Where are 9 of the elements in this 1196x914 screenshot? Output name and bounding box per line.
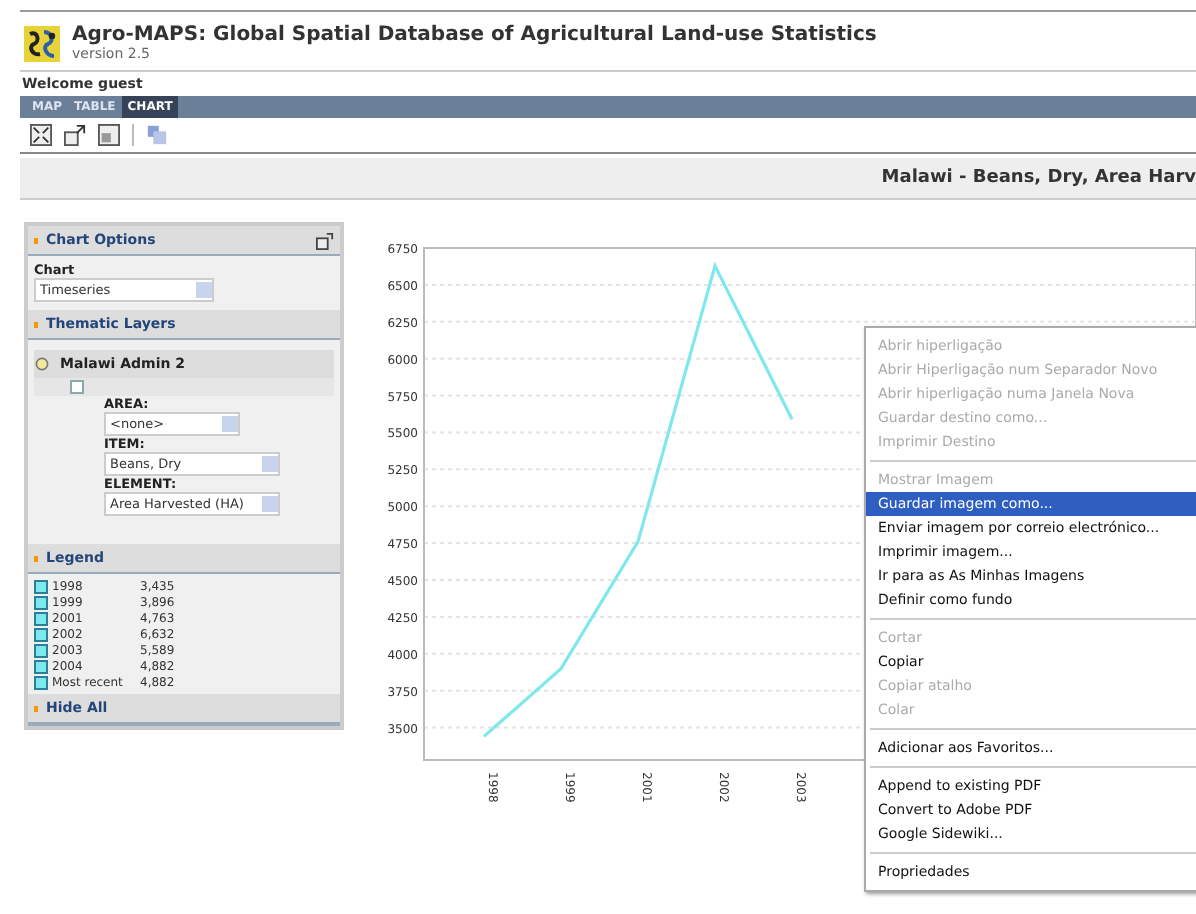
- page-title: Malawi - Beans, Dry, Area Harv: [881, 168, 1196, 188]
- app-title: Agro-MAPS: Global Spatial Database of Agricultural Land-use Statistics: [72, 24, 877, 46]
- window-icon[interactable]: [64, 124, 86, 146]
- logo-icon: [24, 25, 60, 61]
- window-icon[interactable]: [316, 231, 334, 249]
- window-icon[interactable]: [98, 124, 120, 146]
- lightbulb-icon: [34, 356, 50, 372]
- layers-icon[interactable]: [146, 124, 168, 146]
- zoom-extent-icon[interactable]: [30, 124, 52, 146]
